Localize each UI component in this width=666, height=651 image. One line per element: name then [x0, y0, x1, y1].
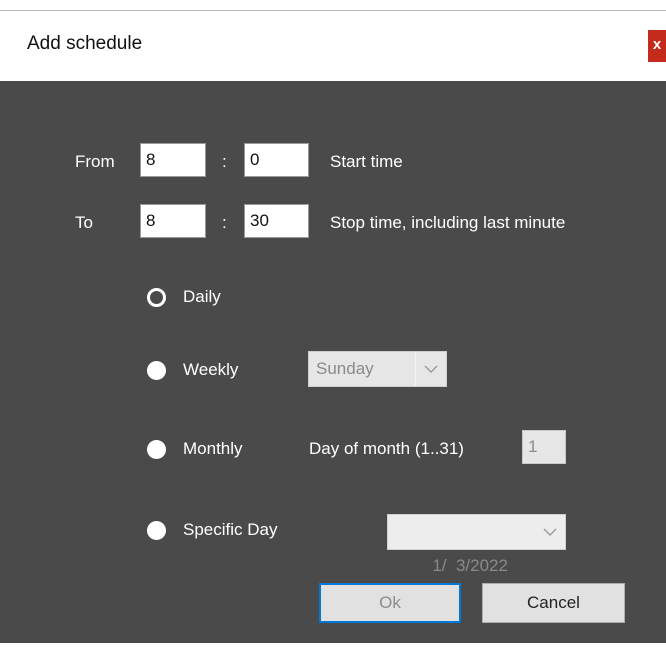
daily-radio[interactable]	[147, 288, 166, 307]
daily-label[interactable]: Daily	[183, 287, 221, 307]
from-hour-input[interactable]: 8	[140, 143, 206, 177]
calendar-chevron-down-icon[interactable]	[535, 515, 565, 549]
weekly-label[interactable]: Weekly	[183, 360, 238, 380]
weekday-select-value: Sunday	[316, 359, 374, 378]
cancel-button[interactable]: Cancel	[482, 583, 625, 623]
title-bar[interactable]: Add schedule x	[0, 11, 666, 81]
ok-button[interactable]: Ok	[319, 583, 461, 623]
specific-day-radio[interactable]	[147, 521, 166, 540]
weekday-select[interactable]: Sunday	[308, 351, 447, 387]
start-time-hint: Start time	[330, 152, 403, 171]
specific-date-picker[interactable]: 1/ 3/2022	[387, 514, 566, 575]
day-of-month-input[interactable]: 1	[522, 430, 566, 464]
weekday-chevron-down-icon[interactable]	[416, 352, 446, 386]
to-time-separator: :	[222, 213, 227, 232]
monthly-label[interactable]: Monthly	[183, 439, 243, 459]
weekly-radio[interactable]	[147, 361, 166, 380]
specific-date-value: 1/ 3/2022	[432, 556, 508, 575]
add-schedule-dialog: Add schedule x From 8 : 0 Start time To …	[0, 0, 666, 643]
close-button[interactable]: x	[648, 30, 666, 62]
window-title: Add schedule	[27, 33, 143, 54]
stop-time-hint: Stop time, including last minute	[330, 213, 566, 232]
day-of-month-label: Day of month (1..31)	[309, 439, 464, 458]
specific-day-label[interactable]: Specific Day	[183, 520, 277, 540]
dialog-body: From 8 : 0 Start time To 8 : 30 Stop tim…	[0, 81, 666, 643]
from-label: From	[75, 152, 115, 171]
to-label: To	[75, 213, 93, 232]
monthly-radio[interactable]	[147, 440, 166, 459]
to-minute-input[interactable]: 30	[244, 204, 309, 238]
from-time-separator: :	[222, 152, 227, 171]
from-minute-input[interactable]: 0	[244, 143, 309, 177]
to-hour-input[interactable]: 8	[140, 204, 206, 238]
close-icon: x	[652, 36, 662, 53]
